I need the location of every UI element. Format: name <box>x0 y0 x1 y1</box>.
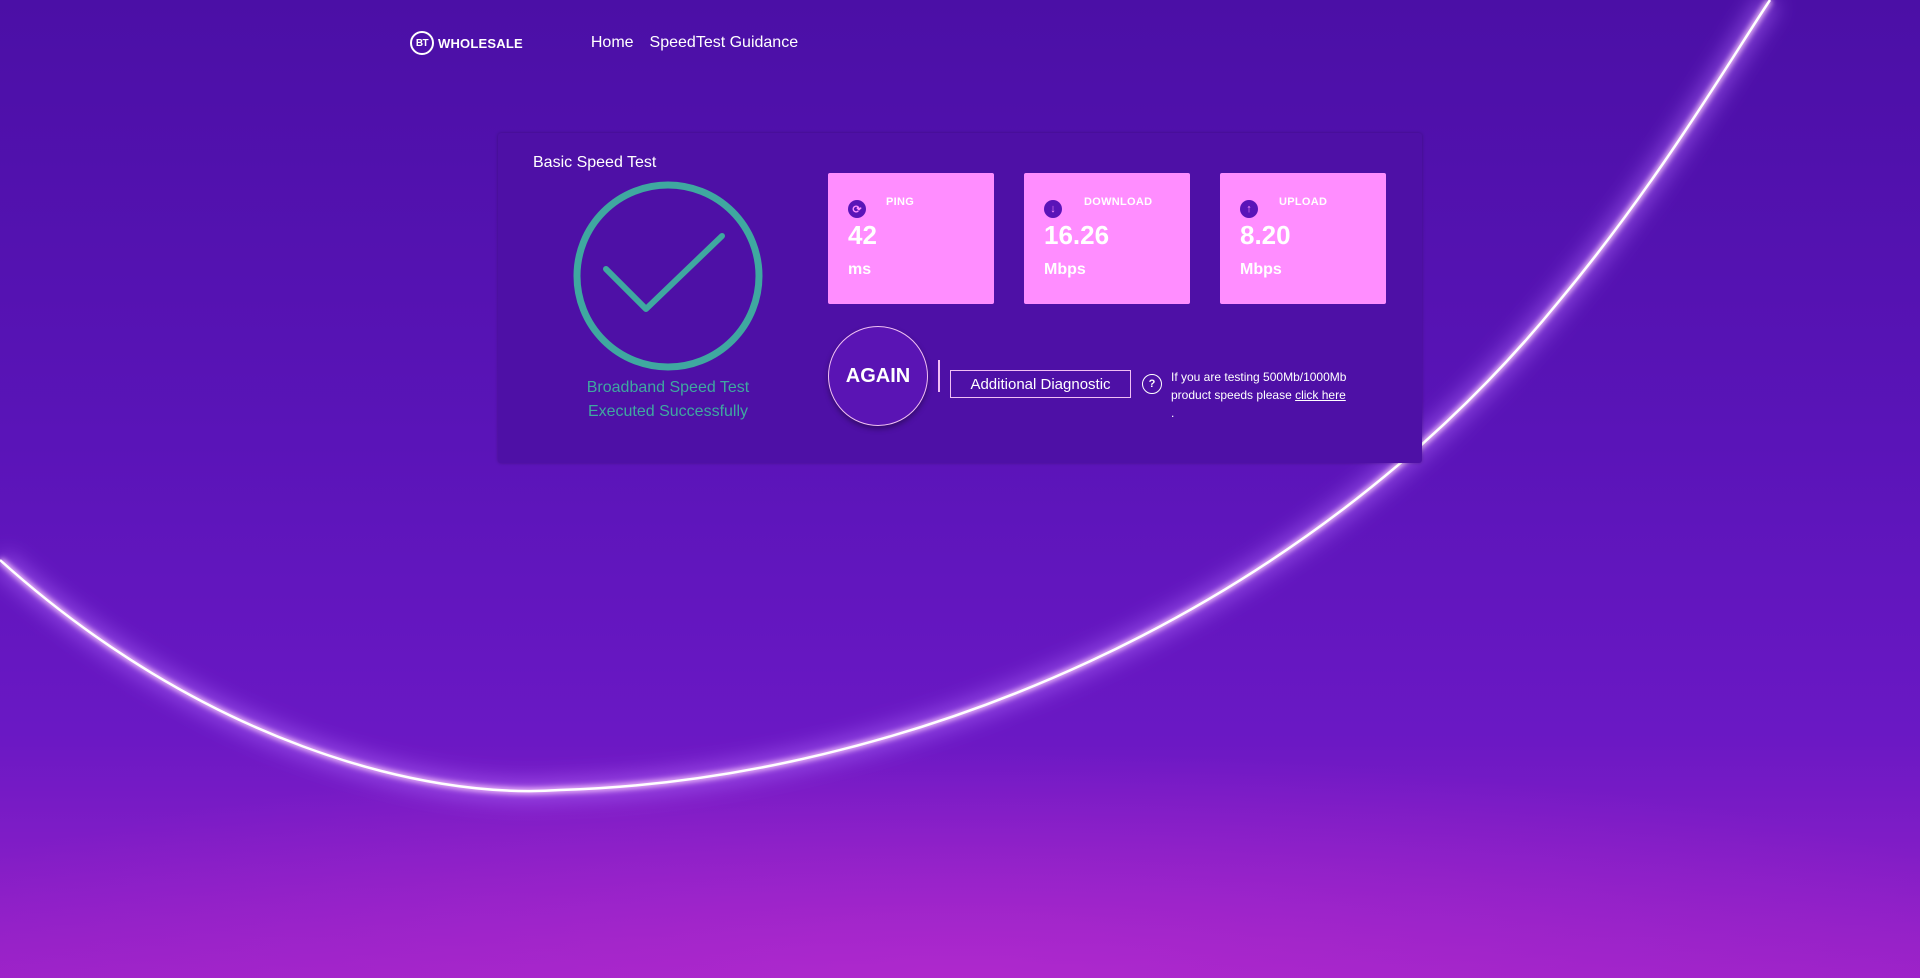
again-button[interactable]: AGAIN <box>828 326 928 426</box>
status-line-1: Broadband Speed Test <box>586 379 750 396</box>
speed-test-card: Basic Speed Test Broadband Speed Test Ex… <box>498 133 1422 463</box>
click-here-link[interactable]: click here <box>1295 388 1346 402</box>
bt-logo-icon: BT <box>410 31 434 55</box>
card-title: Basic Speed Test <box>533 154 657 171</box>
nav-home-link[interactable]: Home <box>591 34 634 52</box>
upload-tile: ↑ UPLOAD 8.20 Mbps <box>1220 173 1386 304</box>
download-unit: Mbps <box>1044 261 1086 278</box>
help-text: If you are testing 500Mb/1000Mb product … <box>1171 368 1371 422</box>
success-check-icon <box>573 181 763 371</box>
status-line-2: Executed Successfully <box>587 403 749 420</box>
download-value: 16.26 <box>1044 220 1110 250</box>
upload-unit: Mbps <box>1240 261 1282 278</box>
download-tile: ↓ DOWNLOAD 16.26 Mbps <box>1024 173 1190 304</box>
nav-speedtest-guidance-link[interactable]: SpeedTest Guidance <box>650 34 799 52</box>
refresh-icon: ⟳ <box>848 200 866 218</box>
download-label: DOWNLOAD <box>1084 196 1153 208</box>
arrow-up-icon: ↑ <box>1240 200 1258 218</box>
logo-text: WHOLESALE <box>438 35 523 51</box>
site-header: BT WHOLESALE Home SpeedTest Guidance <box>410 28 798 58</box>
ping-unit: ms <box>848 261 872 278</box>
ping-value: 42 <box>848 220 877 250</box>
upload-label: UPLOAD <box>1279 196 1328 208</box>
main-nav: Home SpeedTest Guidance <box>591 34 798 52</box>
help-suffix: . <box>1171 406 1175 420</box>
arrow-down-icon: ↓ <box>1044 200 1062 218</box>
divider <box>938 360 940 392</box>
status-message: Broadband Speed Test Executed Successful… <box>558 376 778 424</box>
bt-wholesale-logo[interactable]: BT WHOLESALE <box>410 31 523 55</box>
ping-tile: ⟳ PING 42 ms <box>828 173 994 304</box>
question-icon: ? <box>1142 374 1162 394</box>
additional-diagnostic-button[interactable]: Additional Diagnostic <box>950 370 1131 398</box>
upload-value: 8.20 <box>1240 220 1291 250</box>
ping-label: PING <box>886 196 915 208</box>
